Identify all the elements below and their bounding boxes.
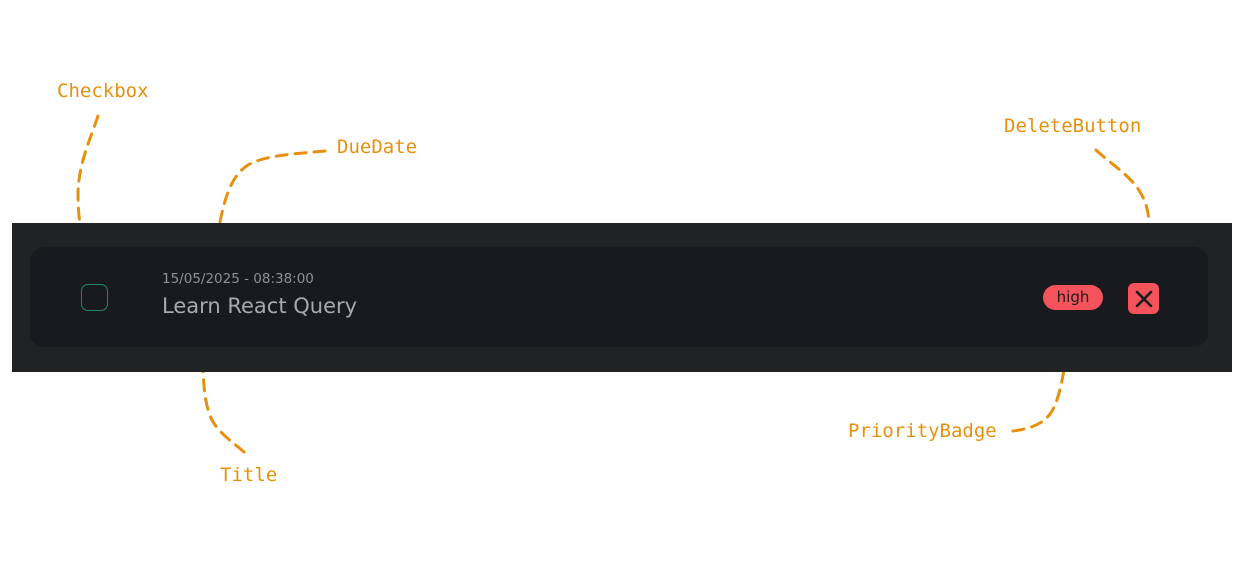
todo-title: Learn React Query [162,294,358,318]
priority-badge-annotation: PriorityBadge [848,420,997,442]
todo-list-strip: 15/05/2025 - 08:38:00 Learn React Query … [12,223,1232,372]
title-annotation: Title [220,464,278,486]
checkbox-annotation: Checkbox [57,80,149,102]
delete-button[interactable] [1128,283,1159,314]
due-date-annotation: DueDate [337,136,418,158]
todo-due-date: 15/05/2025 - 08:38:00 [162,271,314,287]
delete-button-annotation: DeleteButton [1004,115,1142,137]
todo-checkbox[interactable] [81,284,108,311]
todo-item-card: 15/05/2025 - 08:38:00 Learn React Query … [30,247,1208,347]
priority-badge: high [1043,285,1103,310]
close-icon [1135,290,1152,307]
